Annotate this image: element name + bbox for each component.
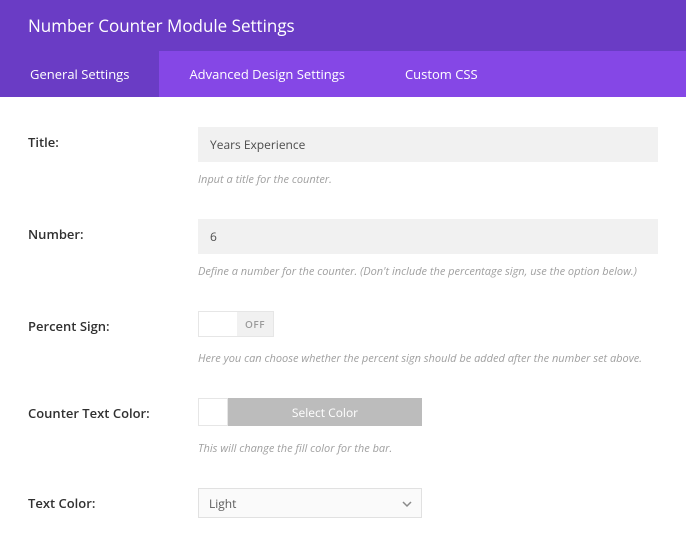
field-row-number: Number: Define a number for the counter.… bbox=[28, 219, 658, 279]
color-picker: Select Color bbox=[198, 398, 422, 426]
label-number: Number: bbox=[28, 219, 198, 279]
chevron-down-icon bbox=[402, 492, 412, 514]
label-title: Title: bbox=[28, 127, 198, 187]
label-text-color: Text Color: bbox=[28, 488, 198, 518]
title-input[interactable] bbox=[198, 127, 658, 162]
tab-general-settings[interactable]: General Settings bbox=[0, 51, 159, 97]
settings-form: Title: Input a title for the counter. Nu… bbox=[0, 97, 686, 538]
select-color-button[interactable]: Select Color bbox=[228, 398, 422, 426]
field-row-title: Title: Input a title for the counter. bbox=[28, 127, 658, 187]
help-percent-sign: Here you can choose whether the percent … bbox=[198, 351, 658, 366]
label-percent-sign: Percent Sign: bbox=[28, 311, 198, 366]
color-swatch[interactable] bbox=[198, 398, 228, 426]
number-input[interactable] bbox=[198, 219, 658, 254]
help-number: Define a number for the counter. (Don't … bbox=[198, 264, 658, 279]
toggle-state-label: OFF bbox=[237, 312, 273, 336]
text-color-select[interactable]: Light bbox=[198, 488, 422, 518]
tab-custom-css[interactable]: Custom CSS bbox=[375, 51, 508, 97]
select-value: Light bbox=[198, 488, 422, 518]
field-row-percent-sign: Percent Sign: OFF Here you can choose wh… bbox=[28, 311, 658, 366]
modal-header: Number Counter Module Settings bbox=[0, 0, 686, 51]
tab-bar: General Settings Advanced Design Setting… bbox=[0, 51, 686, 97]
field-row-counter-text-color: Counter Text Color: Select Color This wi… bbox=[28, 398, 658, 456]
field-row-text-color: Text Color: Light bbox=[28, 488, 658, 518]
label-counter-text-color: Counter Text Color: bbox=[28, 398, 198, 456]
tab-advanced-design-settings[interactable]: Advanced Design Settings bbox=[159, 51, 375, 97]
modal-title: Number Counter Module Settings bbox=[28, 14, 295, 37]
toggle-knob bbox=[199, 312, 237, 336]
help-title: Input a title for the counter. bbox=[198, 172, 658, 187]
help-counter-text-color: This will change the fill color for the … bbox=[198, 441, 658, 456]
percent-sign-toggle[interactable]: OFF bbox=[198, 311, 274, 337]
